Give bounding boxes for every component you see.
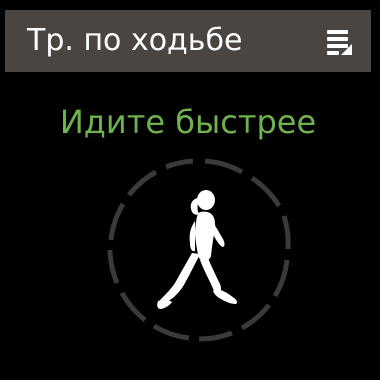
walking-figure	[154, 190, 246, 312]
walking-person-icon	[154, 190, 246, 312]
menu-button[interactable]	[323, 24, 357, 58]
app-header: Тр. по ходьбе	[5, 10, 371, 72]
page-title: Тр. по ходьбе	[27, 23, 243, 58]
menu-icon	[323, 24, 357, 58]
walking-coach-screen: Идите быстрее	[5, 72, 371, 380]
pace-instruction: Идите быстрее	[59, 103, 317, 141]
